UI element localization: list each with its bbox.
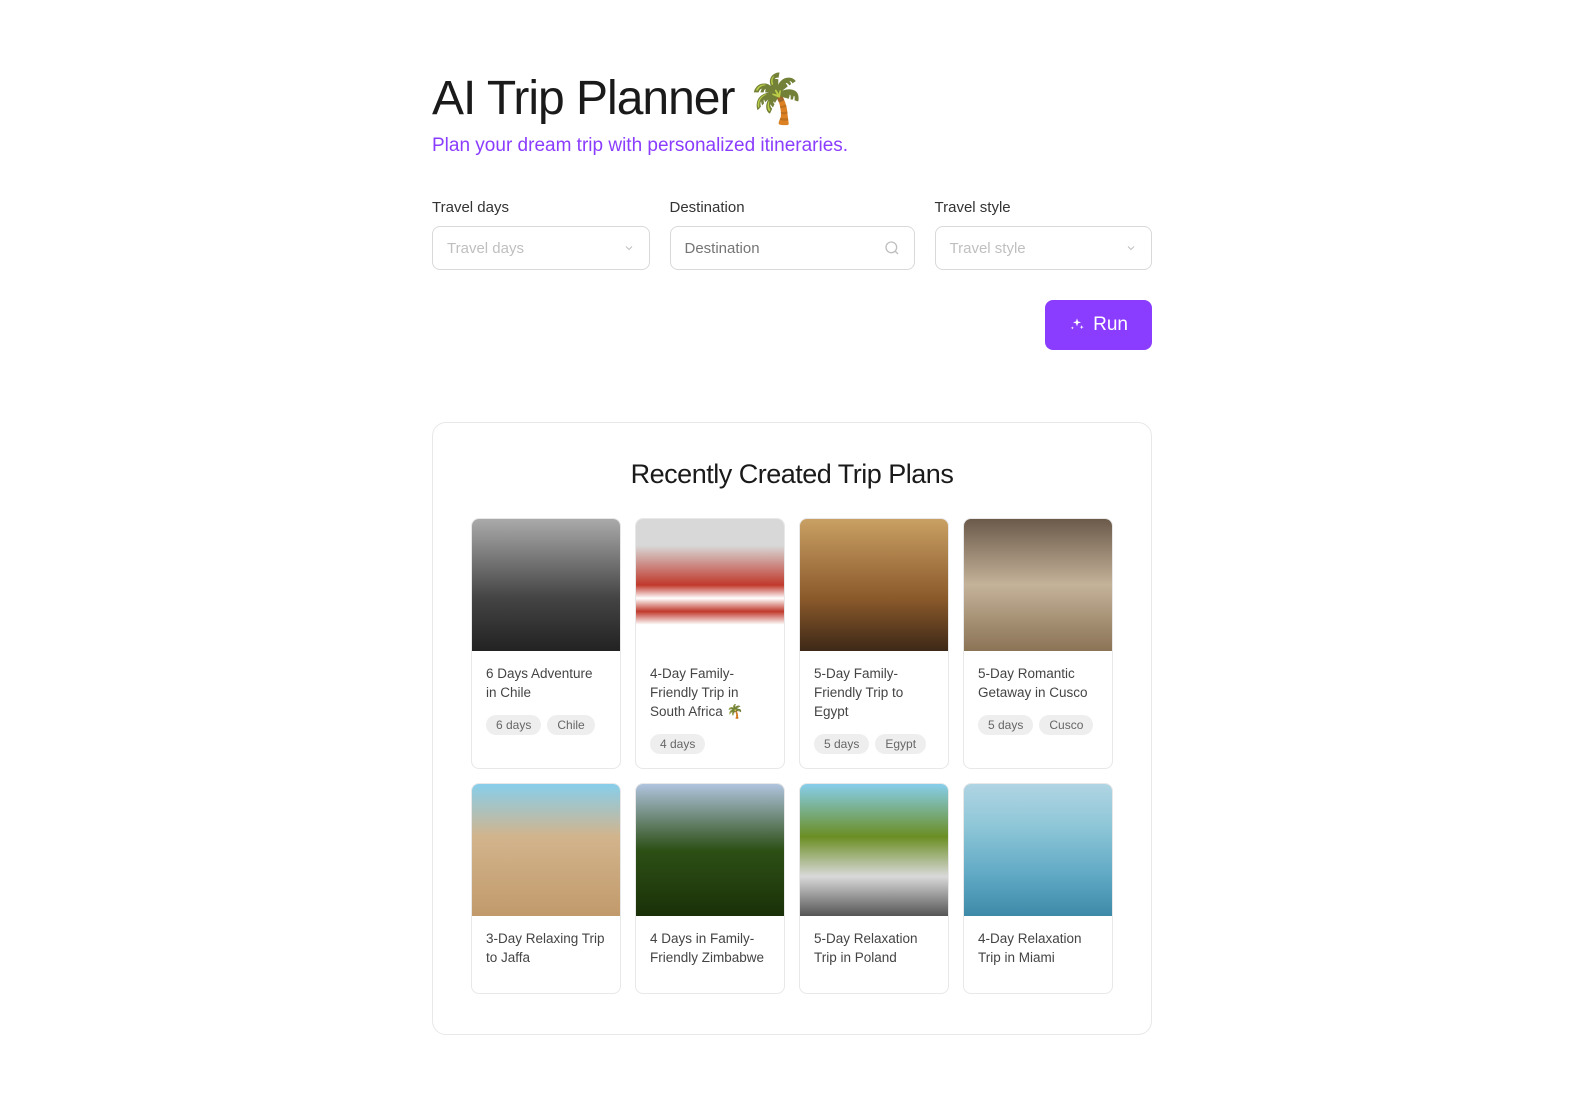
card-title: 5-Day Family-Friendly Trip to Egypt [814, 665, 934, 722]
card-title: 6 Days Adventure in Chile [486, 665, 606, 703]
trip-card[interactable]: 4 Days in Family-Friendly Zimbabwe [635, 783, 785, 995]
trip-card[interactable]: 4-Day Relaxation Trip in Miami [963, 783, 1113, 995]
destination-label: Destination [670, 199, 915, 216]
run-row: Run [432, 300, 1152, 350]
title-text: AI Trip Planner [432, 71, 734, 126]
destination-group: Destination [670, 199, 915, 270]
card-tags: 5 days Egypt [814, 734, 934, 754]
chevron-down-icon [1125, 242, 1137, 254]
travel-days-select[interactable]: Travel days [432, 226, 650, 270]
card-image [636, 519, 784, 651]
travel-days-placeholder: Travel days [447, 240, 524, 257]
card-body: 5-Day Family-Friendly Trip to Egypt 5 da… [800, 651, 948, 768]
travel-style-label: Travel style [935, 199, 1153, 216]
trip-card[interactable]: 6 Days Adventure in Chile 6 days Chile [471, 518, 621, 769]
card-body: 4-Day Family-Friendly Trip in South Afri… [636, 651, 784, 768]
trip-card[interactable]: 5-Day Family-Friendly Trip to Egypt 5 da… [799, 518, 949, 769]
card-image [472, 784, 620, 916]
destination-input-wrapper[interactable] [670, 226, 915, 270]
recent-panel: Recently Created Trip Plans 6 Days Adven… [432, 422, 1152, 1035]
trip-card[interactable]: 4-Day Family-Friendly Trip in South Afri… [635, 518, 785, 769]
destination-input[interactable] [685, 240, 884, 257]
card-body: 5-Day Relaxation Trip in Poland [800, 916, 948, 994]
card-tags: 5 days Cusco [978, 715, 1098, 735]
card-body: 4-Day Relaxation Trip in Miami [964, 916, 1112, 994]
tag-days: 4 days [650, 734, 705, 754]
card-image [472, 519, 620, 651]
card-image [800, 519, 948, 651]
tag-destination: Chile [547, 715, 594, 735]
card-title: 4-Day Relaxation Trip in Miami [978, 930, 1098, 968]
card-image [800, 784, 948, 916]
sparkle-icon [1069, 317, 1085, 333]
travel-days-group: Travel days Travel days [432, 199, 650, 270]
tag-days: 5 days [978, 715, 1033, 735]
tag-days: 5 days [814, 734, 869, 754]
card-body: 3-Day Relaxing Trip to Jaffa [472, 916, 620, 994]
card-tags: 4 days [650, 734, 770, 754]
palm-tree-icon: 🌴 [746, 70, 805, 127]
card-title: 5-Day Romantic Getaway in Cusco [978, 665, 1098, 703]
recent-title: Recently Created Trip Plans [471, 459, 1113, 490]
page-title: AI Trip Planner 🌴 [432, 70, 1152, 127]
chevron-down-icon [623, 242, 635, 254]
card-title: 3-Day Relaxing Trip to Jaffa [486, 930, 606, 968]
tag-destination: Cusco [1039, 715, 1093, 735]
tag-days: 6 days [486, 715, 541, 735]
card-body: 4 Days in Family-Friendly Zimbabwe [636, 916, 784, 994]
run-label: Run [1093, 314, 1128, 336]
travel-style-select[interactable]: Travel style [935, 226, 1153, 270]
card-image [636, 784, 784, 916]
card-title: 4-Day Family-Friendly Trip in South Afri… [650, 665, 770, 722]
card-image [964, 519, 1112, 651]
search-icon [884, 240, 900, 256]
cards-grid: 6 Days Adventure in Chile 6 days Chile 4-… [471, 518, 1113, 994]
card-title: 5-Day Relaxation Trip in Poland [814, 930, 934, 968]
travel-days-label: Travel days [432, 199, 650, 216]
card-tags: 6 days Chile [486, 715, 606, 735]
tag-destination: Egypt [875, 734, 926, 754]
card-body: 5-Day Romantic Getaway in Cusco 5 days Cu… [964, 651, 1112, 749]
card-title: 4 Days in Family-Friendly Zimbabwe [650, 930, 770, 968]
trip-card[interactable]: 5-Day Romantic Getaway in Cusco 5 days Cu… [963, 518, 1113, 769]
run-button[interactable]: Run [1045, 300, 1152, 350]
trip-card[interactable]: 5-Day Relaxation Trip in Poland [799, 783, 949, 995]
travel-style-placeholder: Travel style [950, 240, 1026, 257]
trip-card[interactable]: 3-Day Relaxing Trip to Jaffa [471, 783, 621, 995]
card-body: 6 Days Adventure in Chile 6 days Chile [472, 651, 620, 749]
travel-style-group: Travel style Travel style [935, 199, 1153, 270]
card-image [964, 784, 1112, 916]
page-subtitle: Plan your dream trip with personalized i… [432, 135, 1152, 157]
form-row: Travel days Travel days Destination Trav… [432, 199, 1152, 270]
